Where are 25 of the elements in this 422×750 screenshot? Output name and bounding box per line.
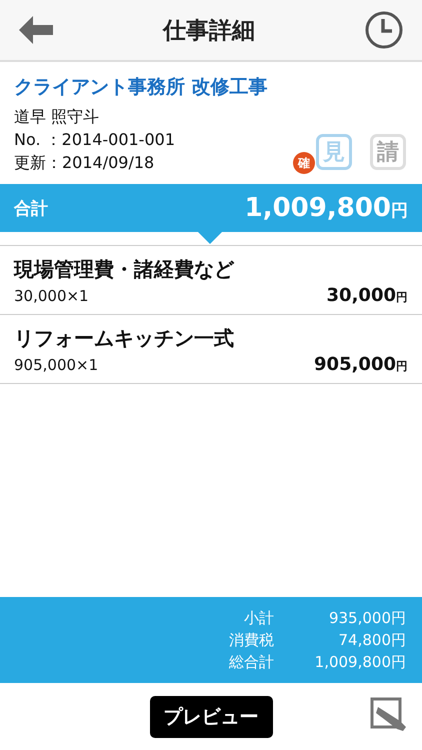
summary-value: 935,000円 (328, 608, 406, 629)
screen-title: 仕事詳細 (163, 16, 255, 46)
updated-date: 更新：2014/09/18 (14, 152, 154, 174)
item-name: リフォームキッチン一式 (14, 325, 235, 352)
item-amount: 905,000円 (314, 354, 408, 375)
job-number: No. ：2014-001-001 (14, 129, 175, 151)
clock-icon[interactable] (364, 10, 404, 50)
item-amount: 30,000円 (326, 285, 408, 306)
client-name: 道早 照守斗 (14, 106, 100, 128)
item-quantity: 905,000×1 (14, 356, 98, 374)
back-arrow-icon[interactable] (18, 15, 54, 45)
summary-label: 小計 (244, 608, 274, 629)
summary-value: 74,800円 (338, 630, 406, 651)
summary-value: 1,009,800円 (314, 652, 406, 673)
item-quantity: 30,000×1 (14, 287, 89, 305)
document-button[interactable]: 見 (316, 134, 352, 170)
summary-label: 総合計 (229, 652, 274, 673)
document-button[interactable]: 請 (370, 134, 406, 170)
preview-button[interactable]: プレビュー (150, 696, 272, 738)
job-title: クライアント事務所 改修工事 (14, 75, 269, 100)
item-name: 現場管理費・諸経費など (14, 256, 236, 283)
total-amount: 1,009,800円 (244, 193, 408, 223)
total-label: 合計 (14, 198, 48, 220)
summary-label: 消費税 (229, 630, 274, 651)
stamp-badge: 確 (293, 152, 315, 174)
